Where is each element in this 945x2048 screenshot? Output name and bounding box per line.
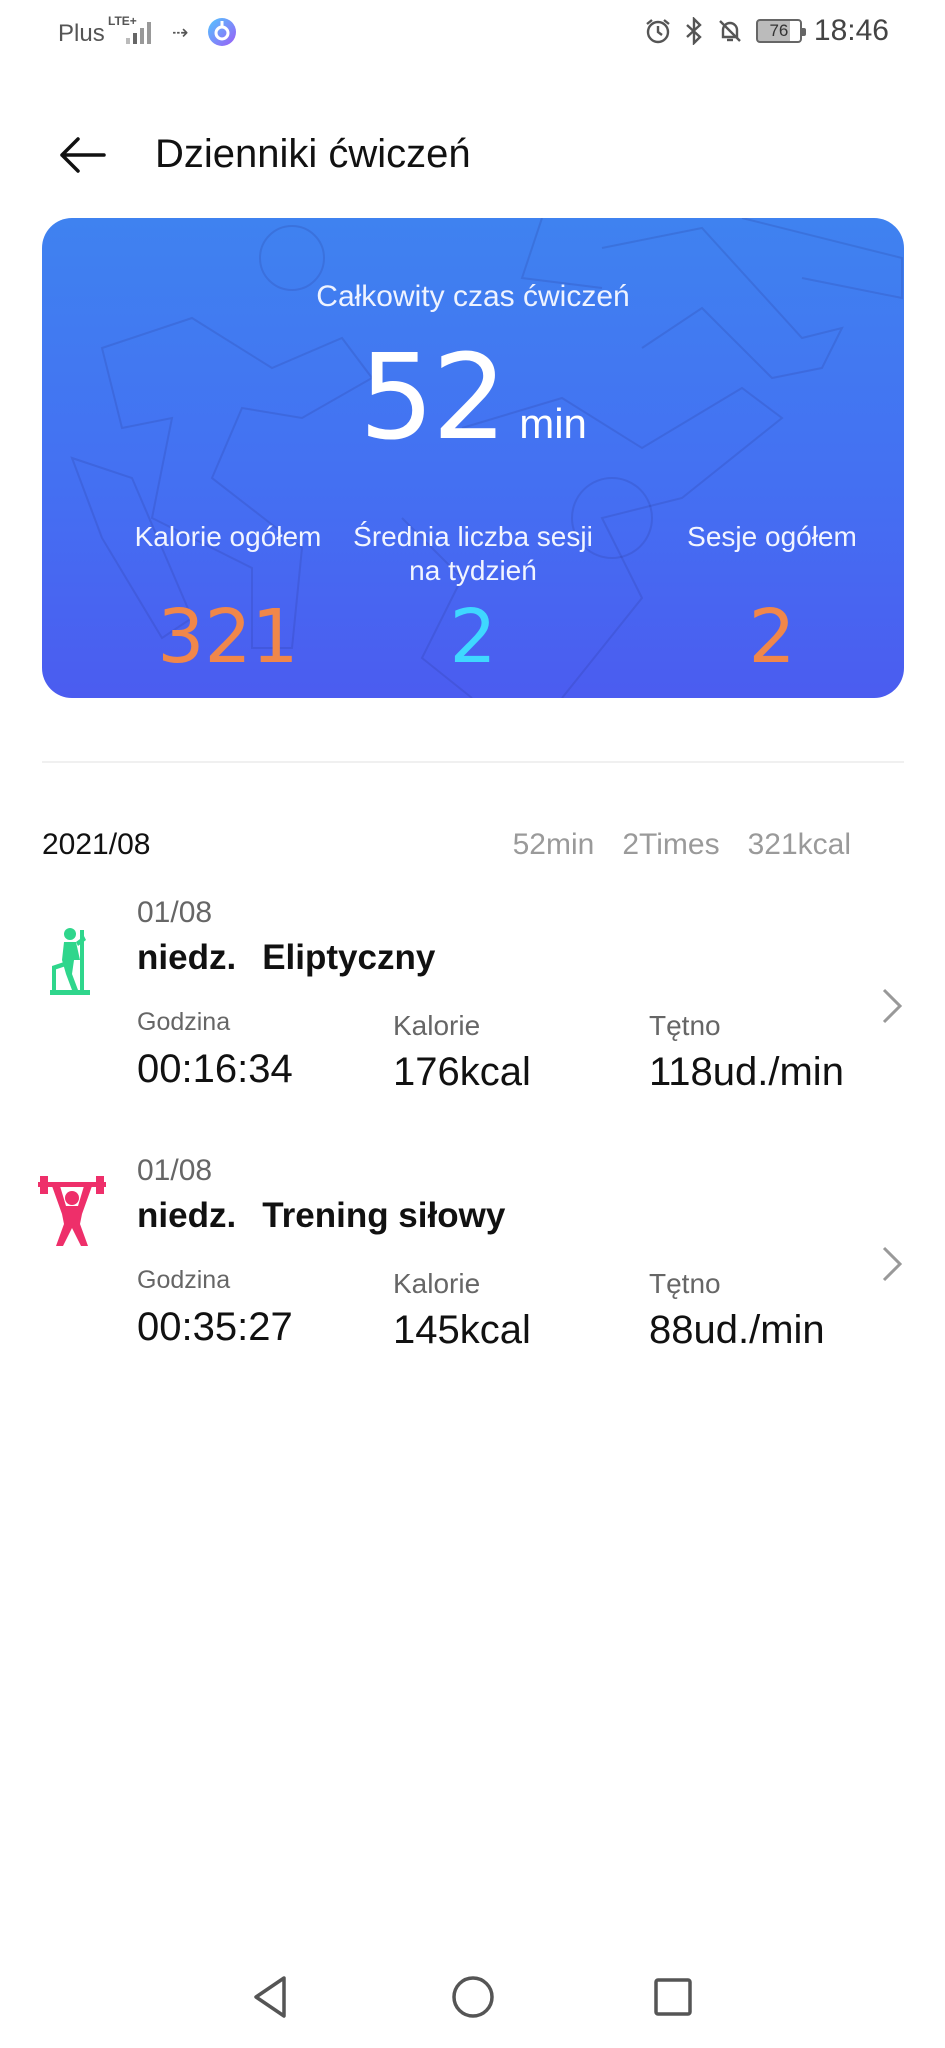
metric-calories: Kalorie 176kcal xyxy=(393,1010,531,1095)
metric-heart-rate: Tętno 118ud./min xyxy=(649,1010,844,1095)
carrier-label: Plus xyxy=(58,20,105,47)
page-title: Dzienniki ćwiczeń xyxy=(155,132,471,176)
entry-date: 01/08 xyxy=(137,1154,213,1187)
stat-label: Kalorie ogółem xyxy=(134,521,322,552)
entry-type: Eliptyczny xyxy=(262,938,436,977)
chevron-right-icon xyxy=(882,1246,903,1282)
signal-icon xyxy=(126,22,151,44)
metric-label: Godzina xyxy=(137,1266,231,1294)
system-navigation-bar xyxy=(0,1960,945,2030)
metric-label: Kalorie xyxy=(393,1268,481,1299)
nav-back-icon[interactable] xyxy=(246,1972,296,2022)
total-time-label: Całkowity czas ćwiczeń xyxy=(316,280,630,313)
month-duration: 52min xyxy=(512,828,595,861)
chevron-right-icon xyxy=(882,988,903,1024)
battery-icon: 76 xyxy=(755,19,806,43)
month-times: 2Times xyxy=(622,828,720,861)
metric-duration: Godzina 00:16:34 xyxy=(137,1008,293,1092)
entry-title: niedz. Eliptyczny xyxy=(137,938,435,978)
stat-value: 2 xyxy=(449,594,497,680)
stat-value: 321 xyxy=(157,594,299,680)
month-summary: 52min 2Times 321kcal xyxy=(513,828,851,862)
total-time: 52 min xyxy=(42,338,904,456)
entry-date: 01/08 xyxy=(137,896,213,929)
summary-card: Całkowity czas ćwiczeń 52 min Kalorie ogó… xyxy=(42,218,904,698)
entry-weekday: niedz. xyxy=(137,1196,237,1235)
stat-value: 2 xyxy=(748,594,796,680)
metric-value: 145kcal xyxy=(393,1308,531,1352)
stat-label: Średnia liczba sesji na tydzień xyxy=(353,521,593,586)
app-notification-icon xyxy=(208,18,236,46)
exercise-log-item[interactable]: 01/08 niedz. Eliptyczny Godzina 00:16:34 … xyxy=(0,892,945,1122)
app-header: Dzienniki ćwiczeń xyxy=(0,110,945,200)
divider xyxy=(42,761,904,763)
metric-heart-rate: Tętno 88ud./min xyxy=(649,1268,825,1353)
data-transfer-icon: ⇢ xyxy=(172,22,189,44)
clock: 18:46 xyxy=(813,14,889,47)
exercise-log-item[interactable]: 01/08 niedz. Trening siłowy Godzina 00:35… xyxy=(0,1150,945,1380)
metric-value: 00:35:27 xyxy=(137,1305,293,1349)
elliptical-icon xyxy=(50,928,90,995)
month-calories: 321kcal xyxy=(747,828,851,861)
metric-value: 88ud./min xyxy=(649,1308,825,1352)
back-arrow-icon[interactable] xyxy=(52,130,112,180)
stat-total-calories: Kalorie ogółem 321 xyxy=(98,520,358,674)
nav-recent-apps-icon[interactable] xyxy=(648,1972,698,2022)
stat-total-sessions: Sesje ogółem 2 xyxy=(672,520,872,674)
metric-value: 176kcal xyxy=(393,1050,531,1094)
status-bar: Plus LTE+ ⇢ 76 18:46 xyxy=(0,0,945,66)
entry-title: niedz. Trening siłowy xyxy=(137,1196,505,1236)
metric-value: 00:16:34 xyxy=(137,1047,293,1091)
alarm-icon xyxy=(646,19,670,44)
metric-calories: Kalorie 145kcal xyxy=(393,1268,531,1353)
battery-level: 76 xyxy=(769,21,789,40)
entry-weekday: niedz. xyxy=(137,938,237,977)
metric-label: Godzina xyxy=(137,1008,231,1036)
metric-label: Kalorie xyxy=(393,1010,481,1041)
muted-bell-icon xyxy=(719,20,741,42)
total-time-value: 52 xyxy=(359,328,507,466)
total-time-unit: min xyxy=(519,400,587,447)
nav-home-icon[interactable] xyxy=(448,1972,498,2022)
metric-label: Tętno xyxy=(649,1268,721,1299)
stat-avg-sessions-per-week: Średnia liczba sesji na tydzień 2 xyxy=(343,520,603,674)
metric-value: 118ud./min xyxy=(649,1050,844,1094)
month-label: 2021/08 xyxy=(42,828,151,861)
metric-label: Tętno xyxy=(649,1010,721,1041)
weightlifting-icon xyxy=(38,1176,106,1246)
stat-label: Sesje ogółem xyxy=(687,521,857,552)
metric-duration: Godzina 00:35:27 xyxy=(137,1266,293,1350)
entry-type: Trening siłowy xyxy=(262,1196,506,1235)
bluetooth-icon xyxy=(686,17,702,45)
